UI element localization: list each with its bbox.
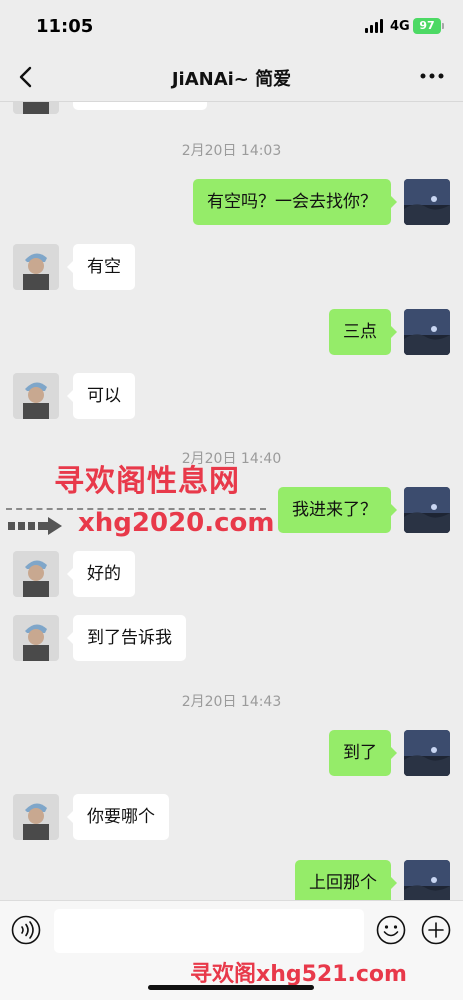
- battery-tip: [442, 23, 444, 29]
- contact-avatar[interactable]: [13, 615, 59, 661]
- status-time: 11:05: [36, 16, 94, 37]
- network-label: 4G: [390, 19, 410, 34]
- my-avatar[interactable]: [404, 179, 450, 225]
- sent-message[interactable]: 到了: [329, 730, 397, 776]
- partial-bubble: [73, 102, 207, 110]
- sent-message[interactable]: 上回那个: [295, 860, 397, 900]
- timestamp: 2月20日 14:03: [181, 143, 282, 159]
- home-indicator[interactable]: [148, 985, 314, 990]
- arrow-right-icon: [8, 517, 62, 535]
- signal-icon: [365, 19, 385, 33]
- received-message[interactable]: 有空: [67, 244, 135, 290]
- sent-message[interactable]: 我进来了？: [278, 487, 397, 533]
- chat-title: JiANAi~ 简爱: [171, 69, 292, 90]
- my-avatar[interactable]: [404, 860, 450, 900]
- contact-avatar[interactable]: [13, 373, 59, 419]
- my-avatar[interactable]: [404, 487, 450, 533]
- chat-screen: 11:05 4G 97 JiANAi~ 简爱 2月20日 14:03 有空吗？一…: [0, 0, 463, 1000]
- contact-avatar[interactable]: [13, 551, 59, 597]
- more-dots-icon[interactable]: [419, 66, 445, 86]
- my-avatar[interactable]: [404, 730, 450, 776]
- received-message[interactable]: 可以: [67, 373, 135, 419]
- voice-icon[interactable]: [11, 915, 41, 945]
- watermark-title: 寻欢阁性息网: [54, 464, 240, 499]
- received-message[interactable]: 好的: [67, 551, 135, 597]
- status-bar: 11:05 4G 97: [0, 0, 463, 55]
- received-message[interactable]: 到了告诉我: [67, 615, 186, 661]
- message-list[interactable]: 2月20日 14:03 有空吗？一会去找你？ 有空 三点 可以 2月20日 14…: [0, 102, 463, 900]
- plus-icon[interactable]: [421, 915, 451, 945]
- sent-message[interactable]: 有空吗？一会去找你？: [193, 179, 397, 225]
- nav-bar: JiANAi~ 简爱: [0, 55, 463, 102]
- contact-avatar[interactable]: [13, 794, 59, 840]
- message-input[interactable]: [54, 909, 364, 953]
- watermark-url: xhg2020.com: [78, 508, 275, 538]
- timestamp: 2月20日 14:43: [181, 694, 282, 710]
- battery-icon: 97: [413, 18, 441, 34]
- watermark-bottom: 寻欢阁xhg521.com: [190, 962, 407, 987]
- contact-avatar[interactable]: [13, 102, 59, 114]
- my-avatar[interactable]: [404, 309, 450, 355]
- emoji-icon[interactable]: [376, 915, 406, 945]
- contact-avatar[interactable]: [13, 244, 59, 290]
- received-message[interactable]: 你要哪个: [67, 794, 169, 840]
- sent-message[interactable]: 三点: [329, 309, 397, 355]
